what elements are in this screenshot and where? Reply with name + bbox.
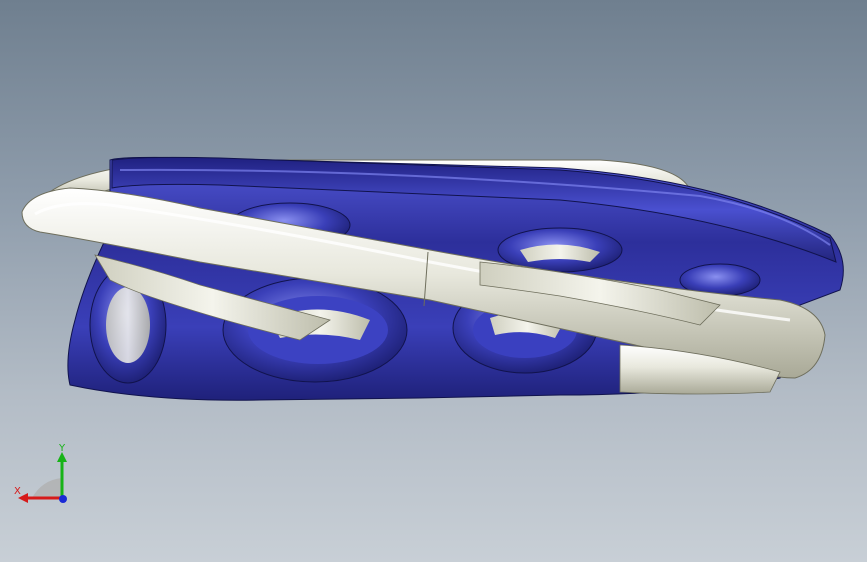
axis-triad: Y X: [14, 443, 67, 503]
cad-model[interactable]: [0, 0, 867, 562]
y-axis-label: Y: [58, 443, 66, 454]
z-axis-icon: [59, 495, 67, 503]
3d-viewport[interactable]: Y X: [0, 0, 867, 562]
x-axis-label: X: [14, 486, 21, 497]
